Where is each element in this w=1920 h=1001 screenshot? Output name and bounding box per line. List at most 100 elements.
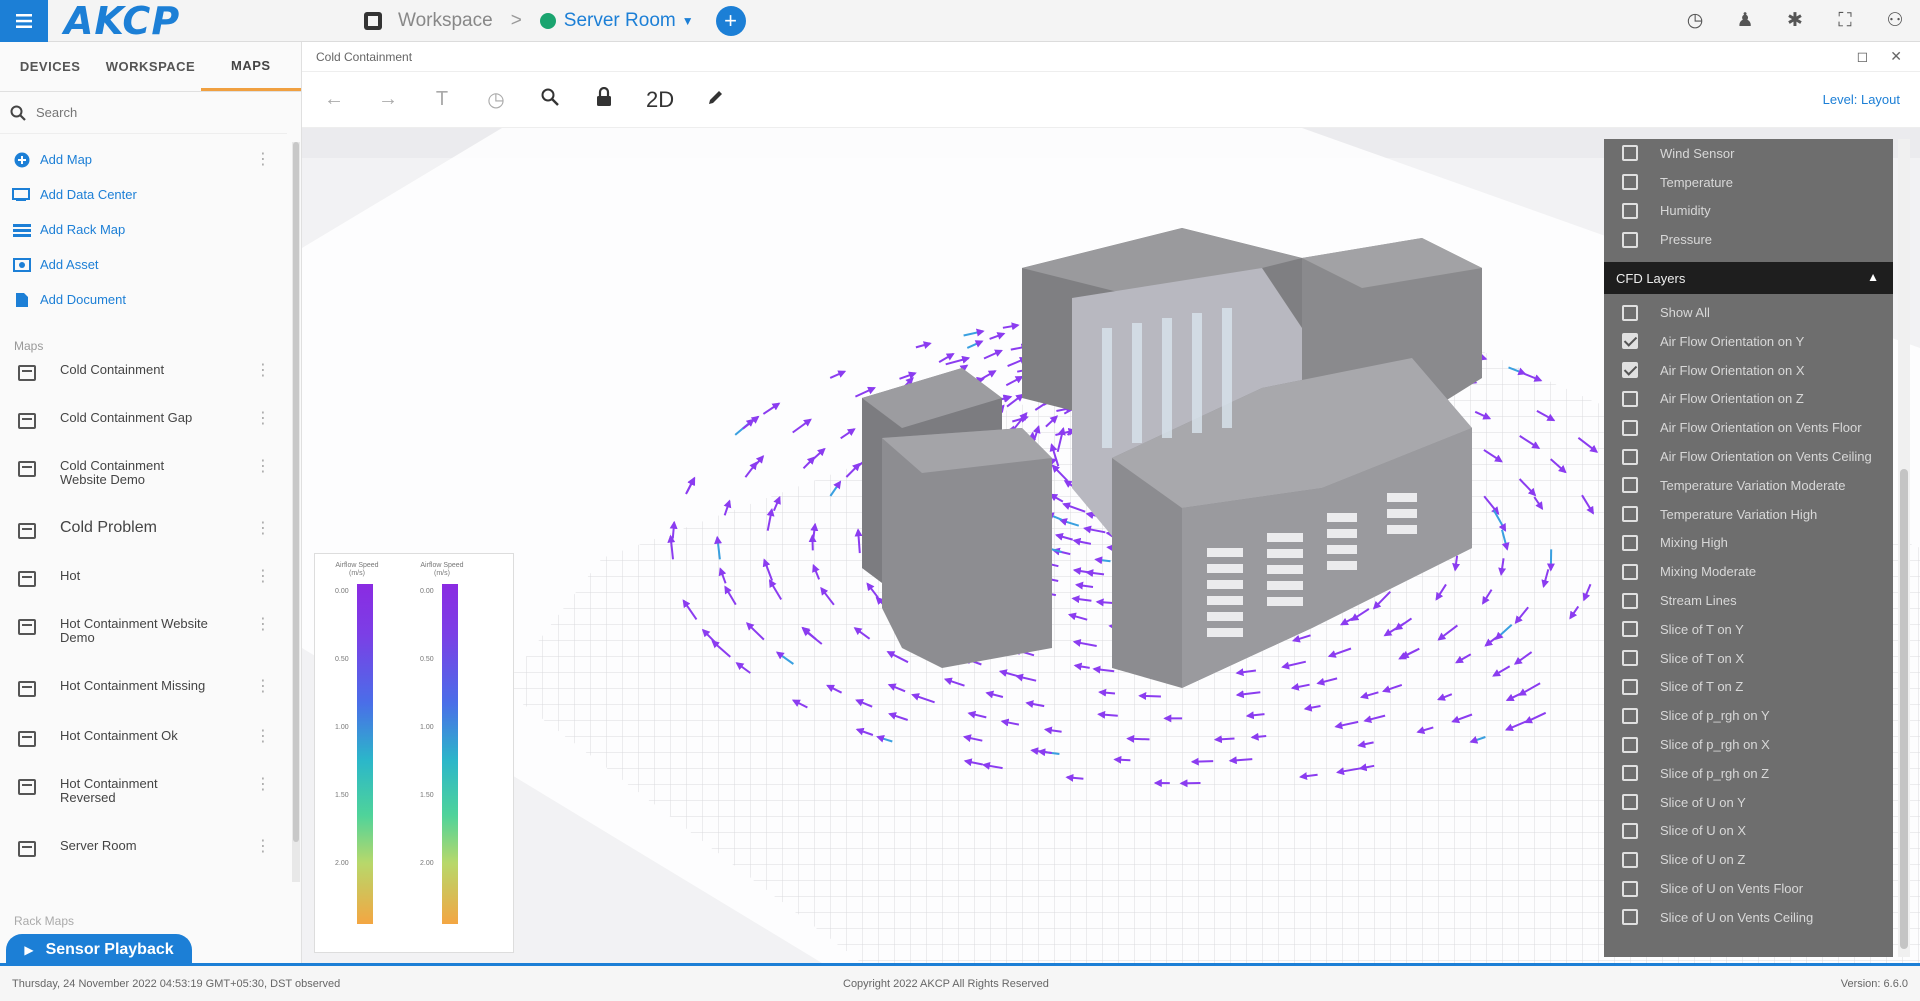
more-options-icon[interactable]: ⋮ bbox=[255, 521, 271, 537]
layer-checkbox[interactable] bbox=[1622, 678, 1638, 695]
more-options-icon[interactable]: ⋮ bbox=[255, 777, 271, 793]
layer-item[interactable]: Temperature Variation Moderate bbox=[1604, 471, 1893, 500]
layer-item[interactable]: Slice of p_rgh on Y bbox=[1604, 701, 1893, 730]
layer-item[interactable]: Humidity bbox=[1604, 197, 1893, 226]
level-layout-link[interactable]: Level: Layout bbox=[1823, 92, 1900, 107]
layer-checkbox[interactable] bbox=[1622, 851, 1638, 868]
layer-item[interactable]: Slice of T on Z bbox=[1604, 673, 1893, 702]
layer-item[interactable]: Mixing Moderate bbox=[1604, 557, 1893, 586]
layer-checkbox[interactable] bbox=[1622, 822, 1638, 839]
layer-checkbox[interactable] bbox=[1622, 362, 1638, 379]
map-item[interactable]: Hot Containment Missing ⋮ bbox=[18, 679, 301, 729]
add-data-center-button[interactable]: Add Data Center bbox=[12, 177, 301, 212]
more-options-icon[interactable]: ⋮ bbox=[255, 411, 271, 427]
layer-checkbox[interactable] bbox=[1622, 563, 1638, 580]
sensor-playback-button[interactable]: ▶ Sensor Playback bbox=[6, 934, 192, 966]
more-options-icon[interactable]: ⋮ bbox=[255, 679, 271, 695]
more-options-icon[interactable]: ⋮ bbox=[255, 839, 271, 855]
layer-checkbox[interactable] bbox=[1622, 174, 1638, 191]
layer-item[interactable]: Pressure bbox=[1604, 225, 1893, 254]
map-item[interactable]: Hot Containment Ok ⋮ bbox=[18, 729, 301, 777]
layer-checkbox[interactable] bbox=[1622, 304, 1638, 321]
back-arrow-icon[interactable]: ← bbox=[322, 88, 346, 111]
chevron-down-icon[interactable]: ▼ bbox=[682, 14, 694, 28]
cfd-layers-header[interactable]: CFD Layers ▲ bbox=[1604, 262, 1893, 295]
map-item[interactable]: Hot ⋮ bbox=[18, 569, 301, 617]
layer-checkbox[interactable] bbox=[1622, 231, 1638, 248]
layer-item[interactable]: Stream Lines bbox=[1604, 586, 1893, 615]
layer-checkbox[interactable] bbox=[1622, 333, 1638, 350]
layer-checkbox[interactable] bbox=[1622, 390, 1638, 407]
layer-item[interactable]: Wind Sensor bbox=[1604, 139, 1893, 168]
sidebar-scrollbar[interactable] bbox=[292, 142, 300, 882]
layer-item[interactable]: Temperature Variation High bbox=[1604, 500, 1893, 529]
layer-item[interactable]: Air Flow Orientation on Vents Floor bbox=[1604, 413, 1893, 442]
tab-workspace[interactable]: WORKSPACE bbox=[100, 42, 200, 91]
add-document-button[interactable]: Add Document bbox=[12, 282, 301, 317]
bug-icon[interactable]: ✱ bbox=[1784, 10, 1806, 32]
layer-item[interactable]: Slice of U on Y bbox=[1604, 788, 1893, 817]
person-icon[interactable]: ♟ bbox=[1734, 10, 1756, 32]
map-item[interactable]: Hot Containment Website Demo ⋮ bbox=[18, 617, 301, 679]
edit-pencil-icon[interactable] bbox=[704, 88, 728, 112]
layer-checkbox[interactable] bbox=[1622, 202, 1638, 219]
layer-checkbox[interactable] bbox=[1622, 448, 1638, 465]
layer-checkbox[interactable] bbox=[1622, 592, 1638, 609]
layer-checkbox[interactable] bbox=[1622, 909, 1638, 926]
layer-item[interactable]: Air Flow Orientation on Vents Ceiling bbox=[1604, 442, 1893, 471]
fullscreen-icon[interactable]: ⛶ bbox=[1834, 10, 1856, 32]
layer-checkbox[interactable] bbox=[1622, 145, 1638, 162]
map-item[interactable]: Server Room ⋮ bbox=[18, 839, 301, 887]
add-map-button[interactable]: Add Map ⋮ bbox=[12, 142, 301, 177]
search-input[interactable] bbox=[36, 105, 256, 120]
layer-checkbox[interactable] bbox=[1622, 506, 1638, 523]
add-rack-map-button[interactable]: Add Rack Map bbox=[12, 212, 301, 247]
layer-checkbox[interactable] bbox=[1622, 736, 1638, 753]
more-options-icon[interactable]: ⋮ bbox=[255, 459, 271, 475]
more-options-icon[interactable]: ⋮ bbox=[255, 729, 271, 745]
breadcrumb-workspace[interactable]: Workspace bbox=[398, 10, 493, 32]
layer-checkbox[interactable] bbox=[1622, 621, 1638, 638]
layer-checkbox[interactable] bbox=[1622, 880, 1638, 897]
tab-devices[interactable]: DEVICES bbox=[0, 42, 100, 91]
chevron-up-icon[interactable]: ▲ bbox=[1867, 270, 1879, 284]
history-icon[interactable]: ◷ bbox=[484, 87, 508, 112]
layer-item[interactable]: Show All bbox=[1604, 298, 1893, 327]
menu-button[interactable] bbox=[0, 0, 48, 42]
map-item[interactable]: Cold Containment ⋮ bbox=[18, 363, 301, 411]
text-tool-icon[interactable]: T bbox=[430, 88, 454, 111]
lock-icon[interactable] bbox=[592, 86, 616, 113]
map-item[interactable]: Cold Containment Website Demo ⋮ bbox=[18, 459, 301, 521]
layer-item[interactable]: Slice of p_rgh on X bbox=[1604, 730, 1893, 759]
layer-item[interactable]: Air Flow Orientation on X bbox=[1604, 356, 1893, 385]
layer-checkbox[interactable] bbox=[1622, 477, 1638, 494]
layer-item[interactable]: Slice of U on X bbox=[1604, 817, 1893, 846]
add-workspace-button[interactable]: + bbox=[715, 5, 746, 36]
layer-checkbox[interactable] bbox=[1622, 534, 1638, 551]
layer-checkbox[interactable] bbox=[1622, 650, 1638, 667]
layers-scrollbar[interactable] bbox=[1898, 139, 1910, 957]
layer-item[interactable]: Slice of U on Vents Ceiling bbox=[1604, 903, 1893, 932]
layer-item[interactable]: Air Flow Orientation on Z bbox=[1604, 385, 1893, 414]
layer-item[interactable]: Slice of T on X bbox=[1604, 644, 1893, 673]
map-item[interactable]: Cold Problem ⋮ bbox=[18, 520, 301, 569]
map-item[interactable]: Hot Containment Reversed ⋮ bbox=[18, 777, 301, 839]
maximize-icon[interactable]: ◻ bbox=[1857, 48, 1869, 65]
layer-checkbox[interactable] bbox=[1622, 765, 1638, 782]
layer-item[interactable]: Slice of p_rgh on Z bbox=[1604, 759, 1893, 788]
3d-viewport[interactable]: Airflow Speed (m/s) Airflow Speed (m/s) … bbox=[302, 128, 1920, 963]
breadcrumb-current[interactable]: Server Room bbox=[564, 10, 676, 32]
view-2d-toggle[interactable]: 2D bbox=[646, 87, 674, 113]
layer-checkbox[interactable] bbox=[1622, 794, 1638, 811]
user-account-icon[interactable]: ⚇ bbox=[1884, 10, 1906, 32]
clock-icon[interactable]: ◷ bbox=[1684, 10, 1706, 32]
more-options-icon[interactable]: ⋮ bbox=[255, 569, 271, 585]
map-item[interactable]: Cold Containment Gap ⋮ bbox=[18, 411, 301, 459]
more-options-icon[interactable]: ⋮ bbox=[255, 617, 271, 633]
tab-maps[interactable]: MAPS bbox=[200, 42, 301, 91]
layer-item[interactable]: Air Flow Orientation on Y bbox=[1604, 327, 1893, 356]
layer-checkbox[interactable] bbox=[1622, 419, 1638, 436]
forward-arrow-icon[interactable]: → bbox=[376, 88, 400, 111]
more-options-icon[interactable]: ⋮ bbox=[255, 151, 271, 168]
close-icon[interactable]: ✕ bbox=[1890, 48, 1902, 65]
